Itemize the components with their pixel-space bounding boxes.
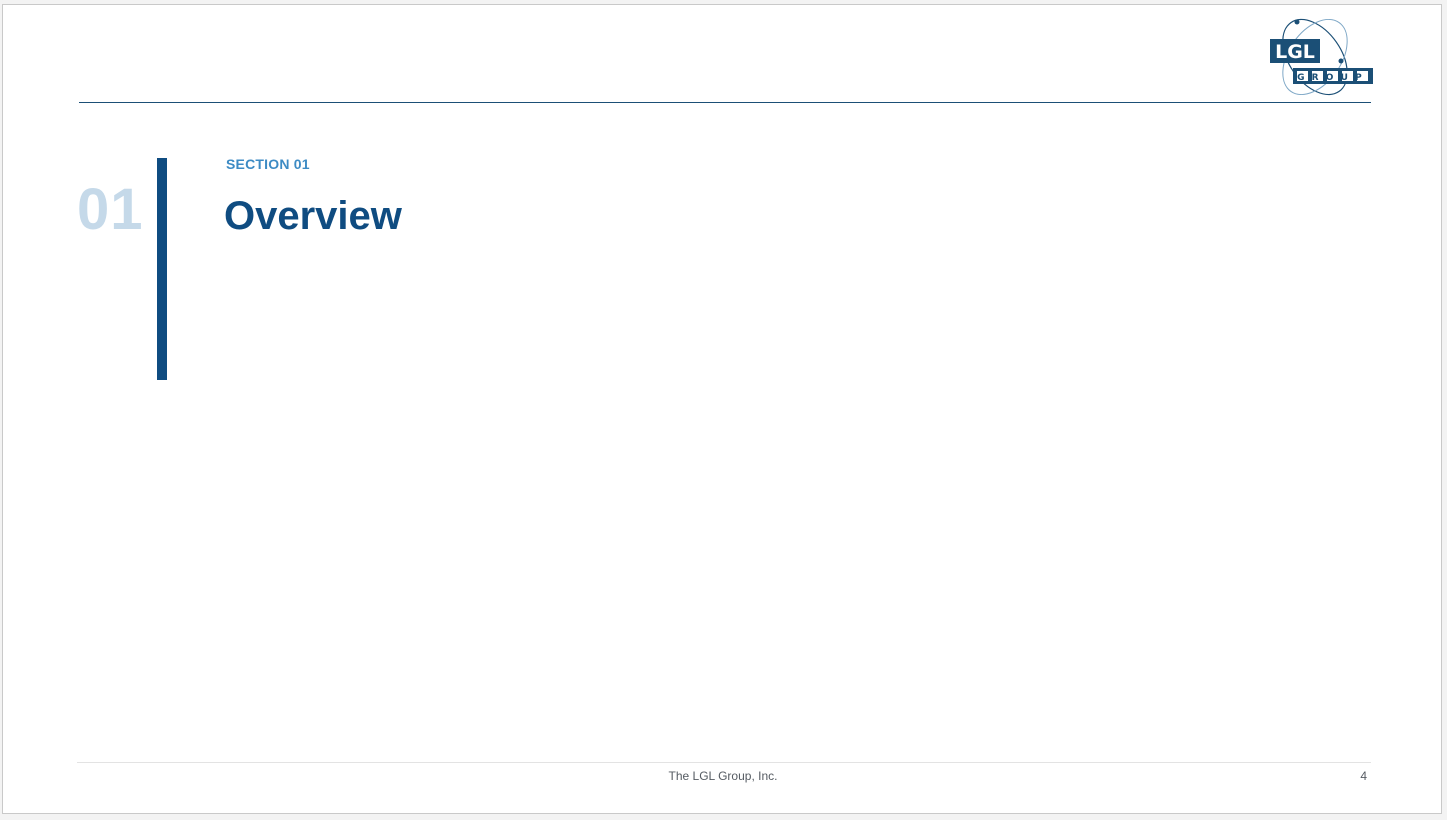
slide-title: Overview <box>224 194 402 238</box>
footer-divider <box>77 762 1371 763</box>
logo-lgl-text: LGL <box>1275 41 1315 63</box>
accent-bar <box>157 158 167 380</box>
lgl-group-logo: LGL GROUP <box>1265 17 1375 99</box>
slide: LGL GROUP 01 SECTION 01 Overview The LGL… <box>2 4 1442 814</box>
header-divider <box>79 102 1371 103</box>
section-number: 01 <box>77 177 144 242</box>
logo-group-text: GROUP <box>1297 73 1369 83</box>
section-label: SECTION 01 <box>226 156 310 172</box>
footer-company: The LGL Group, Inc. <box>668 769 778 783</box>
page-number: 4 <box>1360 769 1367 783</box>
